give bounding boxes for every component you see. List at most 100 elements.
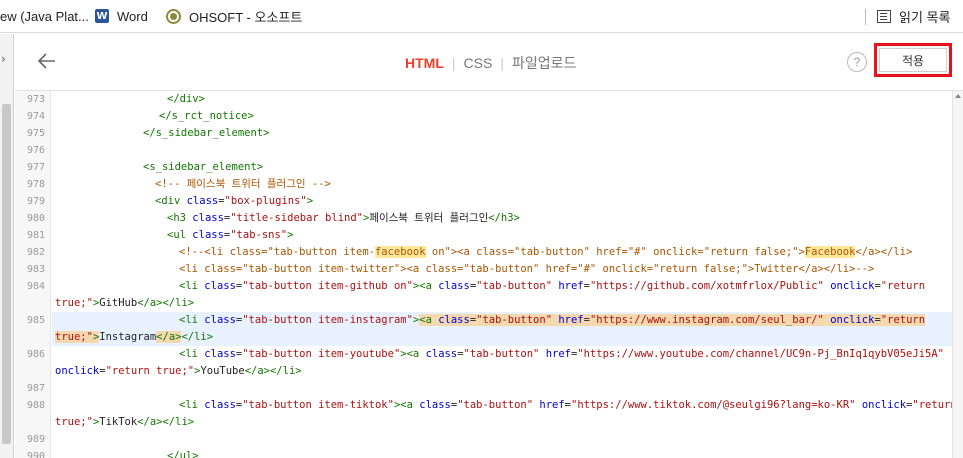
reading-list-label: 읽기 목록 xyxy=(899,9,951,25)
code-token: </div> xyxy=(167,93,205,105)
bookmark-label: OHSOFT - 오소프트 xyxy=(189,9,303,25)
bookmark-ohsoft[interactable]: OHSOFT - 오소프트 xyxy=(166,7,302,25)
code-token: </a> xyxy=(156,331,182,343)
line-number: 982 xyxy=(26,247,45,258)
code-token: class xyxy=(192,229,224,241)
line-number: 986 xyxy=(26,349,45,360)
code-token: <!--<li class="tab-button item- xyxy=(179,246,375,258)
code-token: <h3 xyxy=(167,212,193,224)
code-token: "return xyxy=(912,399,952,411)
code-token: "tab-sns" xyxy=(230,229,288,241)
code-token: </a></li> xyxy=(137,297,195,309)
bookmark-word[interactable]: W Word xyxy=(95,7,148,25)
code-token: <s_sidebar_element> xyxy=(143,161,264,173)
code-token: "tab-button item-youtube" xyxy=(242,348,401,360)
ohsoft-icon xyxy=(166,8,181,24)
code-token: </li> xyxy=(181,331,214,343)
code-token: 페이스북 트위터 플러그인 xyxy=(369,212,489,224)
code-token: class xyxy=(204,348,236,360)
code-token: class xyxy=(419,399,451,411)
bookmark-label: ew (Java Plat... xyxy=(0,8,89,24)
code-token: "return xyxy=(880,314,926,326)
code-token: Facebook xyxy=(804,246,856,258)
code-line: <ul class="tab-sns"> xyxy=(167,227,293,244)
help-icon[interactable]: ? xyxy=(847,52,867,72)
code-token: <li xyxy=(179,314,205,326)
chevron-right-icon[interactable]: › xyxy=(1,52,6,66)
code-token: "tab-button" xyxy=(476,280,553,292)
code-token: true;" xyxy=(55,416,93,428)
code-token: class xyxy=(438,314,470,326)
code-token: "tab-button" xyxy=(463,348,540,360)
code-token: <!-- 페이스북 트위터 플러그인 --> xyxy=(155,178,331,190)
code-token: true;" xyxy=(55,331,93,343)
code-token: <ul xyxy=(167,229,193,241)
line-number: 980 xyxy=(26,213,45,224)
code-token: <li class="tab-button item-twitter"><a c… xyxy=(179,263,875,275)
code-token: "box-plugins" xyxy=(224,195,307,207)
bookmark-java-platform[interactable]: ew (Java Plat... xyxy=(0,7,89,25)
tab-css[interactable]: CSS xyxy=(464,55,493,71)
line-number: 975 xyxy=(26,128,45,139)
reading-list-icon xyxy=(877,9,891,23)
line-number: 981 xyxy=(26,230,45,241)
code-token: "tab-button item-instagram" xyxy=(242,314,413,326)
code-line: onclick="return true;">YouTube</a></li> xyxy=(55,363,302,380)
tab-divider: | xyxy=(451,55,456,71)
code-token: onclick xyxy=(830,280,875,292)
code-token: </s_rct_notice> xyxy=(159,110,254,122)
apply-button[interactable]: 적용 xyxy=(874,43,952,77)
code-token: href xyxy=(558,280,584,292)
code-line: <li class="tab-button item-tiktok"><a cl… xyxy=(179,397,952,414)
line-number: 979 xyxy=(26,196,45,207)
code-line: <s_sidebar_element> xyxy=(143,159,263,176)
code-token: <a xyxy=(419,314,439,326)
code-line: true;">TikTok</a></li> xyxy=(55,414,194,431)
code-token: onclick xyxy=(55,365,100,377)
line-number: 984 xyxy=(26,281,45,292)
code-line: <li class="tab-button item-github on"><a… xyxy=(179,278,925,295)
word-icon: W xyxy=(95,9,109,23)
code-token: class xyxy=(204,399,236,411)
reading-list-button[interactable]: 읽기 목록 xyxy=(877,7,950,25)
code-token: <li xyxy=(179,280,205,292)
code-line: <li class="tab-button item-youtube"><a c… xyxy=(179,346,944,363)
tab-file-upload[interactable]: 파일업로드 xyxy=(512,53,576,73)
line-number: 989 xyxy=(26,434,45,445)
left-scrollbar-thumb[interactable] xyxy=(2,104,11,444)
code-token: ><a xyxy=(393,399,420,411)
code-token: "https://www.youtube.com/channel/UC9n-Pj… xyxy=(577,348,944,360)
bookmark-label: Word xyxy=(117,8,148,24)
code-token: "return xyxy=(880,280,926,292)
code-line: <h3 class="title-sidebar blind">페이스북 트위터… xyxy=(167,210,520,227)
bookmarks-bar: ew (Java Plat... W Word OHSOFT - 오소프트 읽기… xyxy=(0,0,963,33)
code-line: true;">GitHub</a></li> xyxy=(55,295,194,312)
code-line: <li class="tab-button item-instagram"><a… xyxy=(179,312,926,329)
line-number: 983 xyxy=(26,264,45,275)
bookmarks-divider xyxy=(865,9,866,25)
code-token: "https://www.tiktok.com/@seulgi96?lang=k… xyxy=(571,399,856,411)
code-token: href xyxy=(545,348,571,360)
line-number: 985 xyxy=(26,315,45,326)
code-token: class xyxy=(186,195,219,207)
code-token: "https://www.instagram.com/seul_bar/" xyxy=(589,314,824,326)
code-token: class xyxy=(192,212,224,224)
code-token: true;" xyxy=(55,297,93,309)
code-token: </a></li> xyxy=(855,246,913,258)
code-token: > xyxy=(306,195,314,207)
editor-tabs: HTML | CSS | 파일업로드 xyxy=(405,53,576,73)
line-number: 976 xyxy=(26,145,45,156)
tab-html[interactable]: HTML xyxy=(405,55,444,71)
scroll-up-arrow-icon[interactable] xyxy=(955,94,961,98)
code-token: <li xyxy=(179,348,205,360)
code-token: "return true;" xyxy=(105,365,195,377)
code-token: = xyxy=(874,314,881,326)
code-editor[interactable]: 973 </div> 974 </s_rct_notice> 975 </s_sideba… xyxy=(15,91,952,458)
code-token: YouTube xyxy=(200,365,245,377)
code-token: "tab-button item-tiktok" xyxy=(242,399,394,411)
code-token: TikTok xyxy=(99,416,138,428)
code-line: <!--<li class="tab-button item-facebook … xyxy=(179,244,912,261)
back-arrow-icon[interactable] xyxy=(35,49,59,73)
editor-vertical-scrollbar[interactable] xyxy=(952,91,963,458)
code-line: <!-- 페이스북 트위터 플러그인 --> xyxy=(155,176,331,193)
